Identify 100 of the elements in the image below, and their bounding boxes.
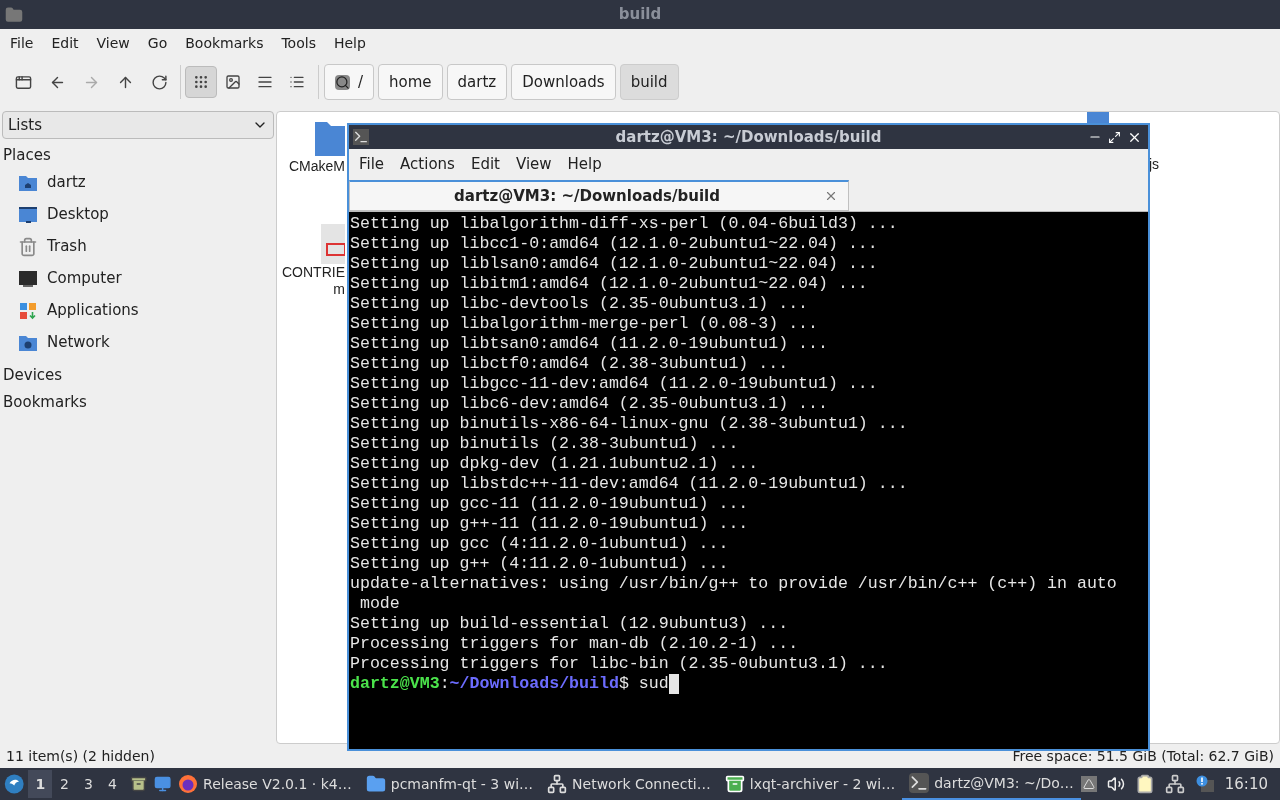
menu-item[interactable]: Go	[139, 30, 176, 56]
command-text: $ sud	[618, 674, 669, 694]
trash-icon	[18, 236, 38, 257]
notification-icon[interactable]	[1194, 775, 1215, 793]
browser-icon	[178, 774, 199, 794]
status-text: 11 item(s) (2 hidden)	[6, 746, 155, 766]
terminal-line: Setting up libc6-dev:amd64 (2.35-0ubuntu3.1) ...	[350, 394, 828, 414]
path-button[interactable]: /	[324, 64, 375, 100]
volume-icon[interactable]	[1106, 775, 1125, 793]
terminal-icon	[353, 129, 369, 145]
prompt-path: ~/Downloads/build	[449, 674, 619, 694]
sidebar-item[interactable]: Trash	[2, 230, 276, 263]
taskbar-task[interactable]: pcmanfm-qt - 3 wi…	[358, 768, 541, 800]
makefile-icon	[321, 224, 345, 264]
sidebar-item[interactable]: dartz	[2, 166, 276, 199]
window-title: build	[618, 4, 662, 26]
terminal-line: Setting up libitm1:amd64 (12.1.0-2ubuntu1~22.04) ...	[350, 274, 868, 294]
menu-item[interactable]: Bookmarks	[177, 30, 272, 56]
file-name: CONTRIE	[282, 264, 345, 281]
menu-item[interactable]: Help	[325, 30, 374, 56]
terminal-line: Setting up build-essential (12.9ubuntu3) ...	[350, 614, 789, 634]
path-button[interactable]: Downloads	[511, 64, 616, 100]
reload-icon	[150, 73, 168, 91]
desktop-switch[interactable]: 3	[76, 770, 101, 798]
folder-icon	[365, 774, 386, 794]
menu-item[interactable]: View	[88, 30, 138, 56]
terminal-line: Setting up binutils-x86-64-linux-gnu (2.38-3ubuntu1) ...	[350, 414, 908, 434]
taskbar-task[interactable]: Network Connecti…	[540, 768, 718, 800]
terminal-line: update-alternatives: using /usr/bin/g++ to provide /usr/bin/c++ (c++) in auto	[350, 574, 1117, 594]
terminal-icon	[909, 773, 930, 793]
applications-icon	[19, 301, 37, 320]
folder-icon	[5, 5, 23, 24]
terminal-line: Setting up g++ (4:11.2.0-1ubuntu1) ...	[350, 554, 729, 574]
archive-icon	[724, 774, 745, 794]
sidebar-section-title[interactable]: Bookmarks	[2, 386, 276, 414]
sidebar-item[interactable]: Network	[2, 326, 276, 359]
path-button[interactable]: build	[619, 64, 679, 100]
home-folder-icon	[18, 173, 38, 192]
sidebar-mode-dropdown[interactable]: Lists	[2, 111, 274, 139]
sidebar-item[interactable]: Computer	[2, 262, 276, 295]
file-name: m	[333, 281, 345, 298]
close-tab-icon[interactable]	[824, 189, 838, 203]
terminal-line: Setting up g++-11 (11.2.0-19ubuntu1) ...	[350, 514, 749, 534]
terminal-line: Setting up libgcc-11-dev:amd64 (11.2.0-19ubuntu1) ...	[350, 374, 878, 394]
terminal-line: Setting up binutils (2.38-3ubuntu1) ...	[350, 434, 739, 454]
terminal-line: Processing triggers for man-db (2.10.2-1) ...	[350, 634, 799, 654]
text-cursor	[668, 674, 679, 694]
terminal-line: Setting up libtsan0:amd64 (11.2.0-19ubuntu1) ...	[350, 334, 828, 354]
menu-item[interactable]: Tools	[273, 30, 324, 56]
view-mode-button[interactable]	[185, 66, 217, 98]
network-icon[interactable]	[1164, 774, 1185, 794]
prompt-separator: :	[439, 674, 450, 694]
menu-item[interactable]: Actions	[392, 152, 463, 176]
terminal-tab[interactable]: dartz@VM3: ~/Downloads/build	[349, 180, 849, 211]
terminal-line: Setting up libalgorithm-merge-perl (0.08-3) ...	[350, 314, 819, 334]
taskbar-task[interactable]: lxqt-archiver - 2 wi…	[717, 768, 903, 800]
maximize-icon[interactable]	[1108, 130, 1121, 144]
terminal-line: Setting up libc-devtools (2.35-0ubuntu3.1) ...	[350, 294, 809, 314]
terminal-line: Setting up libctf0:amd64 (2.38-3ubuntu1) ...	[350, 354, 789, 374]
computer-icon	[18, 269, 38, 288]
grid-icon	[193, 74, 209, 90]
terminal-line: Setting up liblsan0:amd64 (12.1.0-2ubuntu1~22.04) ...	[350, 254, 878, 274]
terminal-line: Setting up gcc (4:11.2.0-1ubuntu1) ...	[350, 534, 729, 554]
menu-item[interactable]: View	[507, 152, 560, 176]
free-space-text: Free space: 51.5 GiB (Total: 62.7 GiB)	[1012, 746, 1274, 766]
sidebar-section-title[interactable]: Devices	[2, 358, 276, 386]
menu-item[interactable]: Help	[559, 152, 610, 176]
menu-item[interactable]: File	[351, 152, 393, 176]
lines-icon	[257, 74, 273, 90]
sidebar-item[interactable]: Applications	[2, 294, 276, 327]
image-icon	[225, 74, 241, 90]
desktop-switch[interactable]: 2	[52, 770, 77, 798]
network-folder-icon	[18, 333, 38, 352]
terminal-line: Processing triggers for libc-bin (2.35-0ubuntu3.1) ...	[350, 654, 888, 674]
path-button[interactable]: home	[378, 64, 443, 100]
terminal-line: mode	[358, 594, 400, 614]
menu-item[interactable]: Edit	[462, 152, 508, 176]
terminal-line: Setting up libcc1-0:amd64 (12.1.0-2ubuntu1~22.04) ...	[350, 234, 878, 254]
file-name: js	[1149, 156, 1160, 173]
menu-item[interactable]: Edit	[43, 30, 87, 56]
eject-icon[interactable]	[1080, 776, 1097, 792]
file-name: CMakeM	[289, 158, 345, 175]
terminal-line: Setting up gcc-11 (11.2.0-19ubuntu1) ...	[350, 494, 749, 514]
clock[interactable]: 16:10	[1224, 772, 1268, 796]
sidebar-item[interactable]: Desktop	[2, 198, 276, 231]
desktop-switch[interactable]: 1	[28, 770, 53, 798]
desktop-switch[interactable]: 4	[100, 770, 125, 798]
new-window-icon	[14, 73, 32, 91]
menu-item[interactable]: File	[2, 30, 42, 56]
taskbar-task[interactable]: dartz@VM3: ~/Do…	[902, 768, 1081, 800]
path-button[interactable]: dartz	[446, 64, 508, 100]
terminal-line: Setting up libstdc++-11-dev:amd64 (11.2.0-19ubuntu1) ...	[350, 474, 908, 494]
list-icon	[289, 74, 305, 90]
network-icon	[547, 774, 568, 794]
sidebar-section-title[interactable]: Places	[2, 139, 276, 167]
window-title: dartz@VM3: ~/Downloads/build	[615, 126, 882, 148]
taskbar-task[interactable]: Release V2.0.1 · k4…	[171, 768, 359, 800]
desktop-icon	[18, 205, 38, 224]
terminal-line: Setting up dpkg-dev (1.21.1ubuntu2.1) ...	[350, 454, 759, 474]
terminal-line: Setting up libalgorithm-diff-xs-perl (0.04-6build3) ...	[350, 214, 898, 234]
